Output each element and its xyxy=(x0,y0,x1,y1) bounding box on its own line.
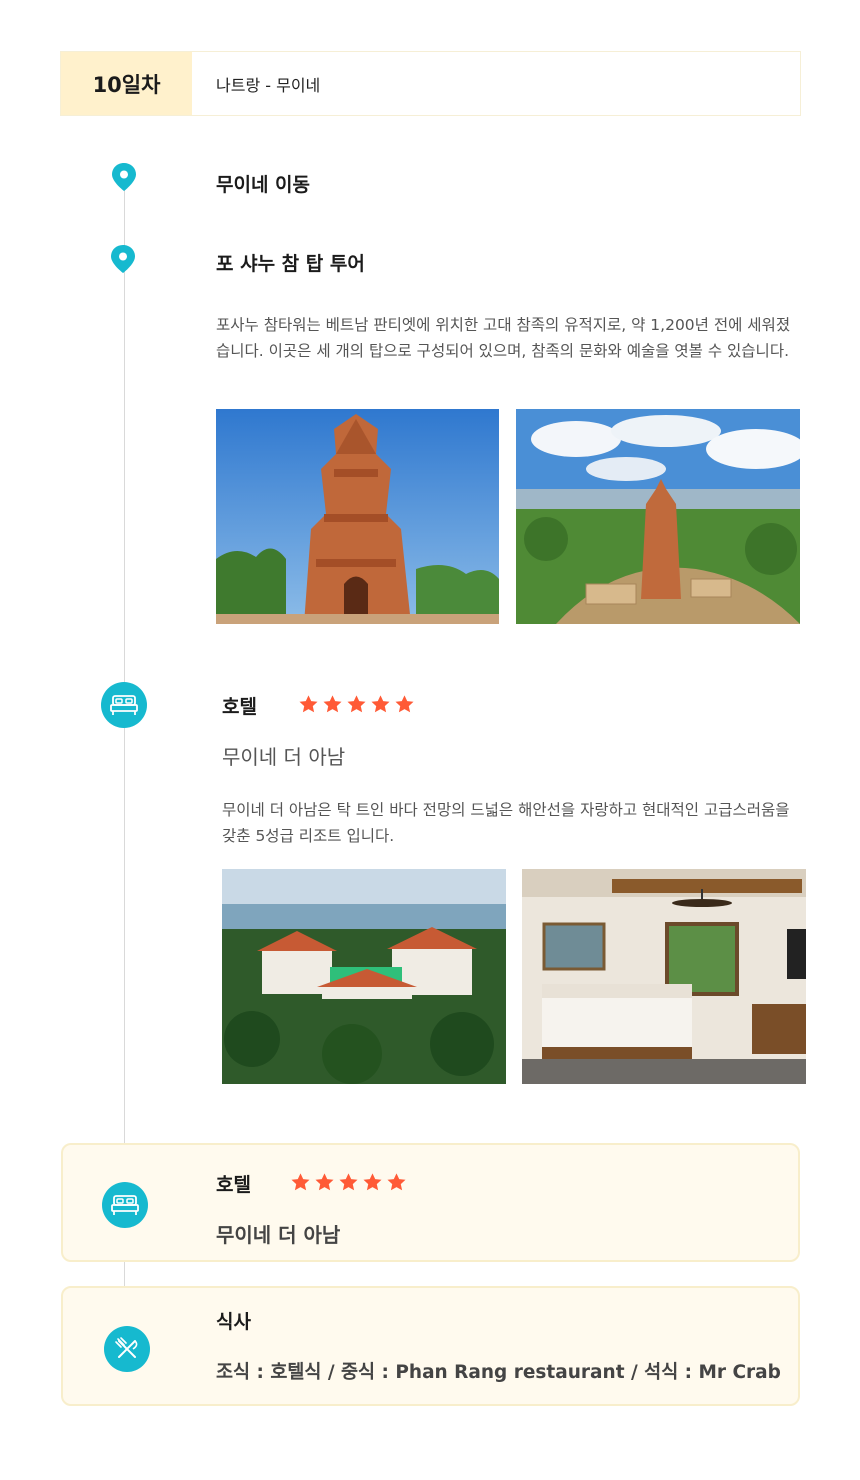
star-icon xyxy=(363,1173,382,1191)
location-pin-icon xyxy=(110,162,138,192)
star-icon xyxy=(371,695,390,713)
timeline-line xyxy=(124,185,125,1143)
hotel-description: 무이네 더 아남은 탁 트인 바다 전망의 드넓은 해안선을 자랑하고 현대적인… xyxy=(222,801,790,845)
star-icon xyxy=(387,1173,406,1191)
star-icon xyxy=(347,695,366,713)
location-pin-icon xyxy=(109,244,137,274)
hotel-name: 무이네 더 아남 xyxy=(222,745,346,769)
hotel-room-photo xyxy=(522,869,806,1084)
meal-details: 조식 : 호텔식 / 중식 : Phan Rang restaurant / 석… xyxy=(216,1362,781,1383)
hotel-card-label: 호텔 xyxy=(216,1174,251,1196)
step-title: 무이네 이동 xyxy=(216,174,311,196)
star-icon xyxy=(323,695,342,713)
bed-icon xyxy=(101,682,147,728)
hotel-card-name: 무이네 더 아남 xyxy=(216,1223,341,1247)
star-rating xyxy=(298,694,415,715)
bed-icon xyxy=(102,1182,148,1228)
step-description: 포사누 참타워는 베트남 판티엣에 위치한 고대 참족의 유적지로, 약 1,2… xyxy=(216,316,791,360)
step-title: 포 샤누 참 탑 투어 xyxy=(216,253,365,275)
star-icon xyxy=(291,1173,310,1191)
star-icon xyxy=(339,1173,358,1191)
meal-card: 식사 조식 : 호텔식 / 중식 : Phan Rang restaurant … xyxy=(61,1286,800,1406)
tower-aerial-photo xyxy=(516,409,800,624)
hotel-card: 호텔 무이네 더 아남 xyxy=(61,1143,800,1262)
star-rating xyxy=(290,1172,407,1193)
resort-aerial-photo xyxy=(222,869,506,1084)
timeline-line xyxy=(124,1262,125,1288)
hotel-label: 호텔 xyxy=(222,696,257,718)
meal-card-label: 식사 xyxy=(216,1311,251,1333)
day-header: 10일차 나트랑 - 무이네 xyxy=(60,51,801,116)
tower-photo xyxy=(216,409,499,624)
star-icon xyxy=(395,695,414,713)
fork-knife-icon xyxy=(104,1326,150,1372)
day-badge: 10일차 xyxy=(61,52,192,115)
star-icon xyxy=(315,1173,334,1191)
day-route: 나트랑 - 무이네 xyxy=(216,75,321,95)
star-icon xyxy=(299,695,318,713)
